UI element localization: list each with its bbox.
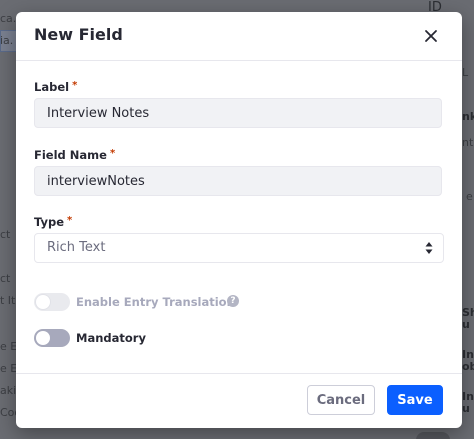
bg-text-fragment: u <box>462 402 470 415</box>
close-icon <box>425 30 437 42</box>
bg-text-fragment: t It <box>0 294 16 307</box>
modal-title: New Field <box>34 25 123 44</box>
bg-text-fragment: nk <box>462 110 474 123</box>
close-button[interactable] <box>420 25 442 47</box>
field-name-label-text: Field Name <box>34 148 107 162</box>
select-arrows-icon <box>425 242 433 254</box>
type-select[interactable]: Rich Text <box>34 233 444 263</box>
enable-entry-translation-toggle[interactable] <box>34 293 70 311</box>
bg-text-fragment: e E <box>0 340 18 353</box>
bg-text-fragment: ct <box>0 272 11 285</box>
required-mark: * <box>72 80 78 91</box>
enable-entry-translation-label: Enable Entry Translation <box>76 295 235 309</box>
bg-text-fragment: L <box>462 66 469 79</box>
field-name-input[interactable] <box>34 166 442 196</box>
bg-text-fragment: u <box>462 318 470 331</box>
field-name-label: Field Name * <box>34 148 115 162</box>
required-mark: * <box>109 148 116 159</box>
bg-text-fragment: ca. <box>0 12 17 25</box>
modal-header: New Field <box>16 12 462 61</box>
toggle-knob <box>36 331 50 345</box>
modal-footer: Cancel Save <box>16 373 462 428</box>
label-field-label-text: Label <box>34 80 70 94</box>
bg-text-fragment: ia. <box>0 34 14 47</box>
type-field-label: Type * <box>34 215 72 229</box>
modal-body: Label* Field Name* Type* Rich Text Enabl… <box>16 61 462 374</box>
type-select-value: Rich Text <box>47 240 106 255</box>
bg-text-fragment: nt <box>462 136 474 149</box>
type-field-label-text: Type <box>34 215 65 229</box>
question-circle-icon[interactable]: ? <box>227 295 239 307</box>
bg-text-fragment: e E <box>0 362 18 375</box>
new-field-modal: New Field Label* Field Name* Type* Rich … <box>16 12 462 428</box>
mandatory-toggle[interactable] <box>34 329 70 347</box>
label-field-label: Label * <box>34 80 77 94</box>
bg-text-fragment: e <box>466 190 473 203</box>
bg-text-fragment: ct <box>0 228 11 241</box>
label-input[interactable] <box>34 98 442 128</box>
cancel-button[interactable]: Cancel <box>307 385 375 415</box>
toggle-knob <box>36 295 50 309</box>
bg-toggle <box>416 432 450 439</box>
mandatory-label: Mandatory <box>76 331 146 345</box>
required-mark: * <box>67 215 73 226</box>
bg-text-fragment: ob <box>462 360 474 373</box>
save-button[interactable]: Save <box>387 385 443 415</box>
